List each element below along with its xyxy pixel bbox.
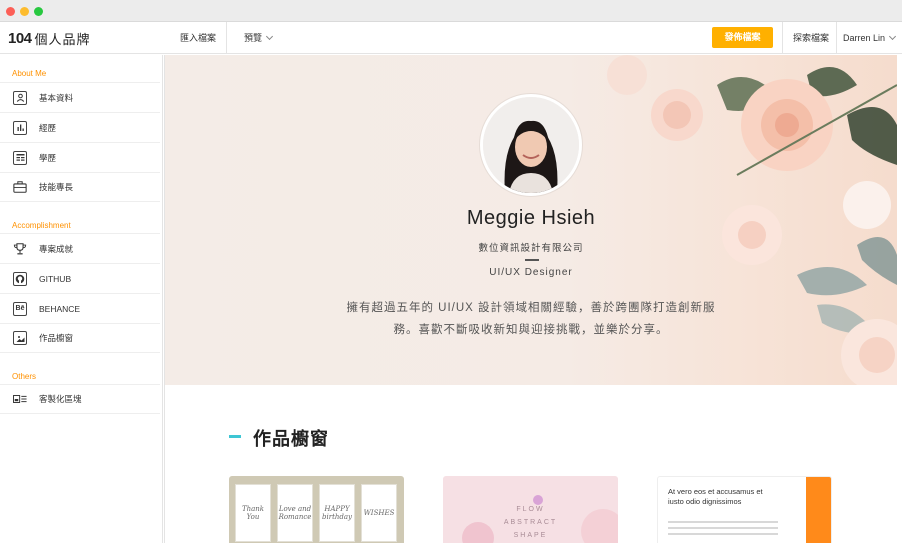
work-card[interactable]: At vero eos et accusamus et iusto odio d…: [657, 476, 832, 543]
behance-icon: Bē: [13, 301, 27, 316]
user-name: Darren Lin: [843, 33, 886, 43]
close-window-button[interactable]: [6, 7, 15, 16]
card-text: SHAPE: [513, 532, 548, 539]
sidebar-item-label: 技能專長: [39, 182, 74, 192]
profile-bio: 擁有超過五年的 UI/UX 設計領域相關經驗，善於跨團隊打造創新服務。喜歡不斷吸…: [346, 302, 716, 336]
main-content: Meggie Hsieh 數位資訊設計有限公司 UI/UX Designer 擁…: [164, 55, 902, 543]
publish-button[interactable]: 發佈檔案: [712, 27, 773, 48]
person-card-icon: [13, 90, 27, 105]
avatar: [479, 93, 583, 197]
table-icon: [13, 150, 27, 165]
card-text: ABSTRACT: [503, 519, 558, 526]
import-file-link[interactable]: 匯入檔案: [170, 22, 228, 54]
profile-role: UI/UX Designer: [489, 267, 573, 278]
divider: [525, 259, 539, 261]
card-thumbnail: WISHES: [361, 484, 397, 542]
sidebar-item-label: 客製化區塊: [39, 394, 82, 404]
card-text: FLOW: [516, 506, 545, 513]
sidebar-item-label: BEHANCE: [39, 303, 81, 314]
top-navbar: 104 個人品牌 匯入檔案 預覽 發佈檔案 探索檔案 Darren Lin: [0, 22, 902, 54]
sidebar-item-custom-block[interactable]: 客製化區塊: [0, 384, 160, 414]
sidebar-item-basic-info[interactable]: 基本資料: [0, 82, 160, 112]
placeholder-lines: [668, 521, 778, 539]
preview-dropdown[interactable]: 預覽: [236, 22, 280, 54]
minimize-window-button[interactable]: [20, 7, 29, 16]
card-text-line: At vero eos et accusamus et: [668, 487, 763, 496]
card-thumbnail: Thank You: [235, 484, 271, 542]
window-titlebar: [0, 0, 902, 22]
logo-number: 104: [8, 29, 32, 47]
sidebar-item-skills[interactable]: 技能專長: [0, 172, 160, 202]
sidebar-item-projects[interactable]: 專案成就: [0, 233, 160, 263]
section-title-accomplishment: Accomplishment: [12, 221, 71, 230]
sidebar-item-label: 作品櫥窗: [39, 333, 74, 343]
bar-chart-icon: [13, 120, 27, 135]
sidebar: About Me 基本資料 經歷 學歷 技能專長 Accomplishment …: [0, 55, 163, 543]
github-icon: [13, 271, 27, 286]
card-text: At vero eos et accusamus et iusto odio d…: [668, 487, 763, 507]
section-title-about-me: About Me: [12, 69, 47, 78]
avatar-photo: [483, 97, 579, 193]
card-thumbnail: HAPPY birthday: [319, 484, 355, 542]
card-text-line: iusto odio dignissimos: [668, 497, 742, 506]
sidebar-item-label: 基本資料: [39, 92, 74, 103]
sidebar-item-label: 經歷: [39, 122, 57, 133]
sidebar-item-label: 專案成就: [39, 243, 74, 254]
work-card[interactable]: FLOW ABSTRACT SHAPE: [443, 476, 618, 543]
orange-panel: [806, 477, 831, 543]
sidebar-item-education[interactable]: 學歷: [0, 142, 160, 172]
sidebar-item-gallery[interactable]: 作品櫥窗: [0, 323, 160, 353]
chevron-down-icon: [888, 32, 897, 41]
profile-company: 數位資訊設計有限公司: [478, 243, 584, 254]
sidebar-item-experience[interactable]: 經歷: [0, 112, 160, 142]
section-title-others: Others: [12, 372, 37, 381]
profile-hero: Meggie Hsieh 數位資訊設計有限公司 UI/UX Designer 擁…: [165, 55, 897, 385]
section-accent-bar: [229, 435, 241, 438]
brand-logo[interactable]: 104 個人品牌: [8, 29, 91, 47]
user-menu[interactable]: Darren Lin: [836, 22, 901, 54]
sidebar-item-github[interactable]: GITHUB: [0, 263, 160, 293]
sidebar-item-label: GITHUB: [39, 273, 72, 284]
maximize-window-button[interactable]: [34, 7, 43, 16]
works-section-title: 作品櫥窗: [253, 429, 329, 449]
explore-files-link[interactable]: 探索檔案: [782, 22, 837, 54]
sidebar-item-label: 學歷: [39, 152, 57, 163]
custom-block-icon: [13, 392, 27, 406]
briefcase-icon: [13, 180, 27, 194]
trophy-icon: [13, 242, 27, 256]
sidebar-item-behance[interactable]: Bē BEHANCE: [0, 293, 160, 323]
profile-name: Meggie Hsieh: [466, 207, 596, 229]
preview-label: 預覽: [244, 33, 263, 43]
gallery-icon: [13, 331, 27, 345]
logo-text: 個人品牌: [34, 31, 91, 47]
card-thumbnail: Love and Romance: [277, 484, 313, 542]
chevron-down-icon: [265, 32, 274, 41]
work-card[interactable]: Thank You Love and Romance HAPPY birthda…: [229, 476, 404, 543]
